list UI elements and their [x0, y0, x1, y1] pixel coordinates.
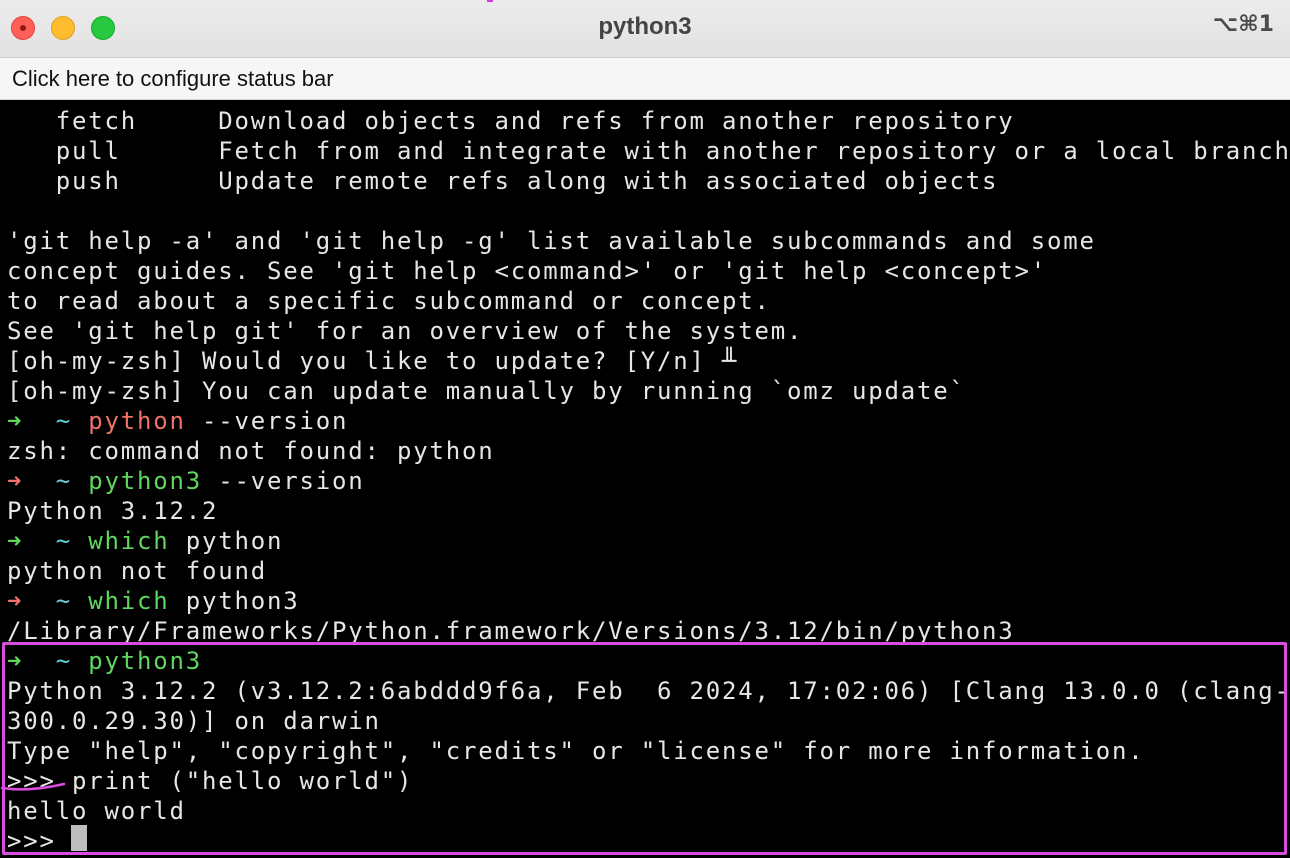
terminal-text-segment: ➜ [7, 467, 40, 495]
terminal-line: ➜ ~ python3 --version [7, 466, 365, 496]
title-bar: python3 ⌥⌘1 [0, 0, 1290, 58]
terminal-line: zsh: command not found: python [7, 436, 494, 466]
terminal-text-segment: [oh-my-zsh] Would you like to update? [Y… [7, 347, 739, 375]
terminal-text-segment: which [88, 587, 170, 615]
status-bar-config-link[interactable]: Click here to configure status bar [12, 66, 334, 92]
terminal-text-segment: 'git help -a' and 'git help -g' list ava… [7, 227, 1096, 255]
terminal-line: ➜ ~ which python [7, 526, 283, 556]
terminal-text-segment: ➜ [7, 527, 40, 555]
terminal-text-segment: ~ [39, 407, 89, 435]
status-bar[interactable]: Click here to configure status bar [0, 58, 1290, 100]
terminal-text-segment: ~ [39, 467, 89, 495]
annotation-mark [487, 0, 493, 2]
terminal-text-segment: push Update remote refs along with assoc… [7, 167, 999, 195]
terminal-text-segment: python3 [169, 587, 300, 615]
terminal-text-segment: ➜ [7, 587, 40, 615]
terminal-text-segment: concept guides. See 'git help <command>'… [7, 257, 1047, 285]
terminal-cursor [71, 825, 87, 851]
terminal-text-segment: See 'git help git' for an overview of th… [7, 317, 804, 345]
annotation-highlight-box [2, 642, 1287, 855]
terminal-text-segment: fetch Download objects and refs from ano… [7, 107, 1015, 135]
terminal-line: to read about a specific subcommand or c… [7, 286, 771, 316]
terminal-text-segment: --version [202, 467, 365, 495]
terminal-text-segment: python [169, 527, 284, 555]
terminal-text-segment: python [88, 407, 186, 435]
terminal-text-segment: python not found [7, 557, 267, 585]
terminal-line: [oh-my-zsh] You can update manually by r… [7, 376, 966, 406]
terminal-line: Python 3.12.2 [7, 496, 218, 526]
terminal-line: push Update remote refs along with assoc… [7, 166, 998, 196]
terminal-output[interactable]: >>> hello world >>> print ("hello world")… [0, 101, 1290, 858]
terminal-text-segment: --version [185, 407, 349, 435]
terminal-line: concept guides. See 'git help <command>'… [7, 256, 1047, 286]
terminal-line: ➜ ~ python --version [7, 406, 348, 436]
terminal-line: python not found [7, 556, 267, 586]
window-title: python3 [598, 13, 692, 40]
terminal-text-segment: which [88, 527, 170, 555]
terminal-text-segment: [oh-my-zsh] You can update manually by r… [7, 377, 966, 405]
terminal-text-segment: Python 3.12.2 [7, 497, 219, 525]
terminal-text-segment: pull Fetch from and integrate with anoth… [7, 137, 1290, 165]
terminal-line: See 'git help git' for an overview of th… [7, 316, 803, 346]
terminal-line: [oh-my-zsh] Would you like to update? [Y… [7, 346, 738, 376]
terminal-text-segment: ~ [39, 527, 89, 555]
terminal-line: 'git help -a' and 'git help -g' list ava… [7, 226, 1096, 256]
terminal-line: ➜ ~ which python3 [7, 586, 300, 616]
terminal-text-segment: to read about a specific subcommand or c… [7, 287, 771, 315]
terminal-text-segment: zsh: command not found: python [7, 437, 495, 465]
terminal-line: fetch Download objects and refs from ano… [7, 106, 1014, 136]
terminal-text-segment: ~ [39, 587, 89, 615]
annotation-underline [0, 782, 66, 791]
window-shortcut-label: ⌥⌘1 [1212, 12, 1274, 37]
terminal-line: pull Fetch from and integrate with anoth… [7, 136, 1290, 166]
terminal-text-segment: ➜ [7, 407, 40, 435]
terminal-text-segment: python3 [88, 467, 202, 495]
terminal-text-segment: /Library/Frameworks/Python.framework/Ver… [7, 617, 1015, 645]
